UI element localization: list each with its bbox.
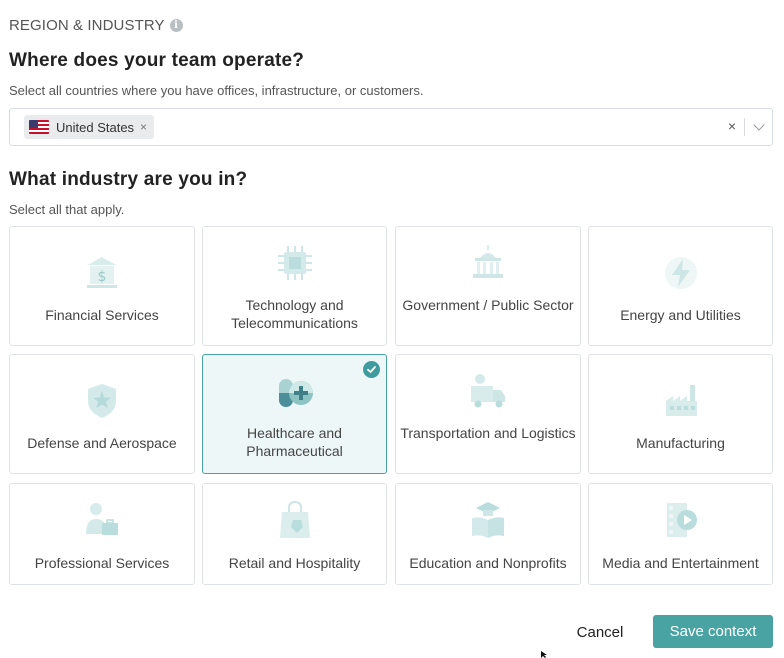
lightning-icon — [664, 257, 697, 289]
chip-remove-icon[interactable]: × — [140, 120, 147, 134]
industry-question: What industry are you in? — [9, 169, 248, 190]
tile-label: Transportation and Logistics — [400, 425, 576, 441]
select-divider — [744, 118, 745, 136]
section-label-text: REGION & INDUSTRY — [9, 17, 165, 34]
industry-tile-education[interactable]: Education and Nonprofits — [395, 483, 581, 585]
shield-star-icon — [88, 384, 116, 418]
tile-label: Education and Nonprofits — [409, 555, 567, 571]
graduation-book-icon — [472, 502, 504, 538]
industry-tile-transportation[interactable]: Transportation and Logistics — [395, 354, 581, 474]
country-chip-label: United States — [56, 119, 135, 135]
professional-briefcase-icon — [86, 503, 118, 535]
government-building-icon — [473, 245, 503, 278]
shopping-bag-icon — [279, 500, 310, 538]
tile-label: Retail and Hospitality — [228, 555, 361, 571]
section-label: REGION & INDUSTRY i — [9, 17, 183, 34]
country-chip: United States × — [24, 115, 155, 139]
bank-icon: $ — [87, 257, 117, 288]
region-subtitle: Select all countries where you have offi… — [9, 83, 424, 98]
tile-label: Media and Entertainment — [602, 555, 759, 571]
industry-tile-technology[interactable]: Technology and Telecommunications — [202, 226, 387, 346]
tile-label: Energy and Utilities — [620, 307, 741, 323]
industry-tile-energy[interactable]: Energy and Utilities — [588, 226, 773, 346]
media-play-icon — [666, 503, 697, 537]
tile-label: Government / Public Sector — [402, 297, 574, 313]
chip-icon — [277, 246, 312, 280]
info-icon[interactable]: i — [169, 19, 183, 32]
factory-icon — [665, 385, 697, 416]
delivery-truck-icon — [471, 374, 505, 408]
industry-tile-professional-services[interactable]: Professional Services — [9, 483, 195, 585]
industry-subtitle: Select all that apply. — [9, 202, 125, 217]
country-select[interactable]: United States × × — [9, 108, 773, 146]
svg-text:$: $ — [98, 269, 107, 285]
tile-label: Manufacturing — [636, 435, 725, 451]
industry-tile-healthcare[interactable]: Healthcare and Pharmaceutical — [202, 354, 387, 474]
cancel-button[interactable]: Cancel — [566, 616, 634, 648]
tile-label: Financial Services — [45, 307, 159, 323]
industry-tile-defense[interactable]: Defense and Aerospace — [9, 354, 195, 474]
tile-label: Defense and Aerospace — [27, 435, 177, 451]
industry-tile-manufacturing[interactable]: Manufacturing — [588, 354, 773, 474]
us-flag-icon — [29, 120, 49, 134]
tile-label: Technology and Telecommunications — [231, 297, 358, 331]
tile-label: Healthcare and Pharmaceutical — [246, 425, 343, 459]
industry-tile-media[interactable]: Media and Entertainment — [588, 483, 773, 585]
clear-selection-icon[interactable]: × — [728, 118, 736, 134]
industry-tile-financial-services[interactable]: $ Financial Services — [9, 226, 195, 346]
industry-tile-government[interactable]: Government / Public Sector — [395, 226, 581, 346]
industry-tile-retail[interactable]: Retail and Hospitality — [202, 483, 387, 585]
tile-label: Professional Services — [34, 555, 170, 571]
region-question: Where does your team operate? — [9, 50, 305, 71]
checkmark-icon — [363, 361, 380, 378]
save-context-button[interactable]: Save context — [653, 615, 773, 648]
chevron-down-icon[interactable] — [753, 119, 765, 131]
pill-medical-icon — [278, 379, 313, 407]
mouse-cursor-icon — [541, 651, 547, 658]
